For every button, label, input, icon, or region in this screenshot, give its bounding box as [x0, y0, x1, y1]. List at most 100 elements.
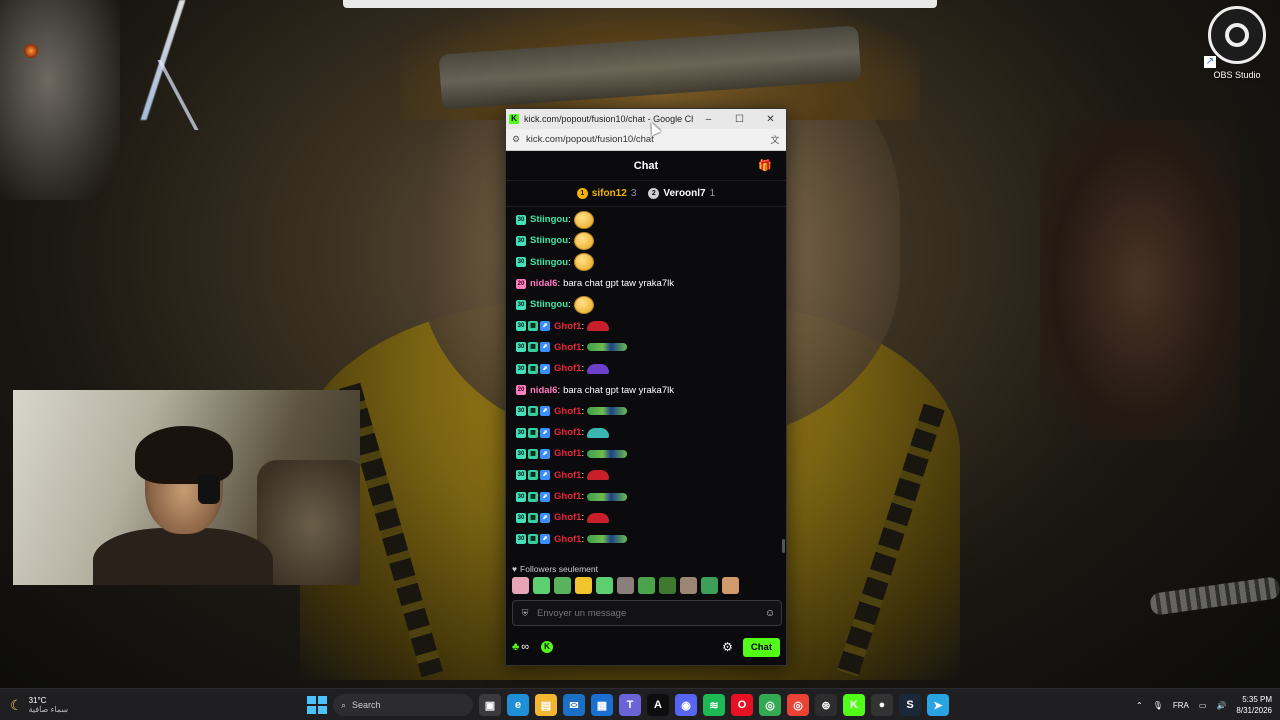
- chat-message[interactable]: 30 ▦ ⬈ Ghof1:: [516, 358, 786, 379]
- sub-badge-icon[interactable]: 30: [516, 491, 526, 502]
- chat-emote-icon[interactable]: [587, 427, 610, 438]
- chat-emote-icon[interactable]: [587, 321, 610, 332]
- chat-message[interactable]: 30 ▦ ⬈ Ghof1:: [516, 465, 786, 486]
- kick-logo-icon[interactable]: K: [541, 641, 554, 653]
- battery-icon[interactable]: ▭: [1199, 701, 1207, 710]
- chat-message[interactable]: 30 ▦ ⬈ Ghof1:: [516, 486, 786, 507]
- chat-emote-icon[interactable]: [573, 253, 594, 272]
- gift-badge-icon[interactable]: ▦: [528, 321, 538, 332]
- sub-badge-icon[interactable]: 30: [516, 299, 526, 310]
- chat-emote-icon[interactable]: [587, 449, 628, 458]
- chat-message[interactable]: 30 ▦ ⬈ Ghof1:: [516, 528, 786, 549]
- chat-emote-icon[interactable]: [573, 210, 594, 229]
- chat-username[interactable]: Stiingou: [530, 235, 568, 246]
- chat-username[interactable]: Ghof1: [554, 448, 581, 459]
- emote-quick-icon[interactable]: [554, 577, 571, 594]
- steam-icon[interactable]: S: [899, 694, 921, 716]
- obs-icon[interactable]: ●: [871, 694, 893, 716]
- gift-badge-icon[interactable]: ▦: [528, 534, 538, 545]
- emote-quick-icon[interactable]: [701, 577, 718, 594]
- emote-quick-icon[interactable]: [722, 577, 739, 594]
- chat-username[interactable]: nidal6: [530, 385, 557, 396]
- send-chat-button[interactable]: Chat: [742, 637, 780, 657]
- chat-username[interactable]: nidal6: [530, 278, 557, 289]
- chat-emote-icon[interactable]: [587, 470, 610, 481]
- settings-gear-icon[interactable]: ⚙: [722, 640, 733, 654]
- chat-emote-icon[interactable]: [587, 363, 610, 374]
- leaderboard-entry[interactable]: 2 Veroonl7 1: [648, 188, 715, 199]
- gift-badge-icon[interactable]: ▦: [528, 470, 538, 481]
- chat-message[interactable]: 20 nidal6: bara chat gpt taw yraka7lk: [516, 379, 786, 400]
- telegram-icon[interactable]: ➤: [927, 694, 949, 716]
- boost-badge-icon[interactable]: ⬈: [540, 321, 550, 332]
- microphone-icon[interactable]: 🎙: [1153, 701, 1163, 710]
- chat-username[interactable]: Stiingou: [530, 299, 568, 310]
- leaderboard-entry[interactable]: 1 sifon12 3: [576, 188, 636, 199]
- address-bar[interactable]: ⚙ kick.com/popout/fusion10/chat 文: [506, 129, 786, 151]
- site-settings-icon[interactable]: ⚙: [506, 134, 526, 145]
- sub2-badge-icon[interactable]: 20: [516, 278, 526, 289]
- emote-quick-icon[interactable]: [575, 577, 592, 594]
- capcut-icon[interactable]: A: [647, 694, 669, 716]
- chat-message-list[interactable]: 30 Stiingou: 30 Stiingou: 30 Stiingou: 20 nidal…: [506, 209, 786, 565]
- shield-icon[interactable]: ⛨: [513, 608, 537, 619]
- taskbar-search[interactable]: ⌕ Search: [333, 694, 473, 716]
- chat-emote-icon[interactable]: [573, 295, 594, 314]
- chat-message[interactable]: 30 Stiingou:: [516, 230, 786, 251]
- edge-icon[interactable]: e: [507, 694, 529, 716]
- sub-badge-icon[interactable]: 30: [516, 257, 526, 268]
- maximize-button[interactable]: ☐: [724, 114, 755, 125]
- chat-message[interactable]: 30 Stiingou:: [516, 294, 786, 315]
- gift-badge-icon[interactable]: ▦: [528, 448, 538, 459]
- emote-quick-icon[interactable]: [638, 577, 655, 594]
- chat-emote-icon[interactable]: [587, 535, 628, 544]
- volume-icon[interactable]: 🔊: [1216, 701, 1226, 710]
- chrome-icon[interactable]: ◎: [759, 694, 781, 716]
- boost-badge-icon[interactable]: ⬈: [540, 363, 550, 374]
- emote-quick-icon[interactable]: [596, 577, 613, 594]
- opera-icon[interactable]: O: [731, 694, 753, 716]
- language-indicator[interactable]: FRA: [1173, 701, 1189, 710]
- chat-message[interactable]: 20 nidal6: bara chat gpt taw yraka7lk: [516, 273, 786, 294]
- chat-message[interactable]: 30 Stiingou:: [516, 252, 786, 273]
- file-explorer-icon[interactable]: ▤: [535, 694, 557, 716]
- sub-badge-icon[interactable]: 30: [516, 448, 526, 459]
- url-text[interactable]: kick.com/popout/fusion10/chat: [526, 134, 764, 145]
- task-view-icon[interactable]: ▣: [479, 694, 501, 716]
- emote-quick-icon[interactable]: [617, 577, 634, 594]
- chat-username[interactable]: Stiingou: [530, 214, 568, 225]
- boost-badge-icon[interactable]: ⬈: [540, 427, 550, 438]
- desktop-icon-obs[interactable]: OBS Studio: [1204, 6, 1270, 80]
- gift-badge-icon[interactable]: ▦: [528, 342, 538, 353]
- sub-badge-icon[interactable]: 30: [516, 512, 526, 523]
- boost-badge-icon[interactable]: ⬈: [540, 448, 550, 459]
- chat-emote-icon[interactable]: [587, 407, 628, 416]
- chat-emote-icon[interactable]: [573, 231, 594, 250]
- close-button[interactable]: ✕: [755, 114, 786, 125]
- clock[interactable]: 5:35 PM 8/31/2026: [1236, 694, 1272, 716]
- chat-message[interactable]: 30 ▦ ⬈ Ghof1:: [516, 507, 786, 528]
- emote-quick-bar[interactable]: [512, 577, 739, 595]
- chat-username[interactable]: Ghof1: [554, 427, 581, 438]
- weather-widget[interactable]: ☾ 31°C سماء صافية: [10, 689, 68, 720]
- chat-message[interactable]: 30 ▦ ⬈ Ghof1:: [516, 337, 786, 358]
- chat-message[interactable]: 30 ▦ ⬈ Ghof1:: [516, 401, 786, 422]
- boost-badge-icon[interactable]: ⬈: [540, 512, 550, 523]
- window-titlebar[interactable]: K kick.com/popout/fusion10/chat - Google…: [506, 109, 786, 129]
- chat-username[interactable]: Ghof1: [554, 470, 581, 481]
- chat-username[interactable]: Ghof1: [554, 363, 581, 374]
- chevron-up-icon[interactable]: ⌃: [1136, 701, 1143, 710]
- chrome-2-icon[interactable]: ◎: [787, 694, 809, 716]
- message-input-box[interactable]: ⛨ ☺: [512, 600, 782, 626]
- discord-icon[interactable]: ◉: [675, 694, 697, 716]
- boost-badge-icon[interactable]: ⬈: [540, 406, 550, 417]
- chat-username[interactable]: Ghof1: [554, 512, 581, 523]
- chat-emote-icon[interactable]: [587, 492, 628, 501]
- xbox-icon[interactable]: ⊛: [815, 694, 837, 716]
- sub-badge-icon[interactable]: 30: [516, 427, 526, 438]
- boost-badge-icon[interactable]: ⬈: [540, 470, 550, 481]
- sub-badge-icon[interactable]: 30: [516, 406, 526, 417]
- spotify-icon[interactable]: ≋: [703, 694, 725, 716]
- chat-username[interactable]: Ghof1: [554, 342, 581, 353]
- minimize-button[interactable]: –: [693, 114, 724, 125]
